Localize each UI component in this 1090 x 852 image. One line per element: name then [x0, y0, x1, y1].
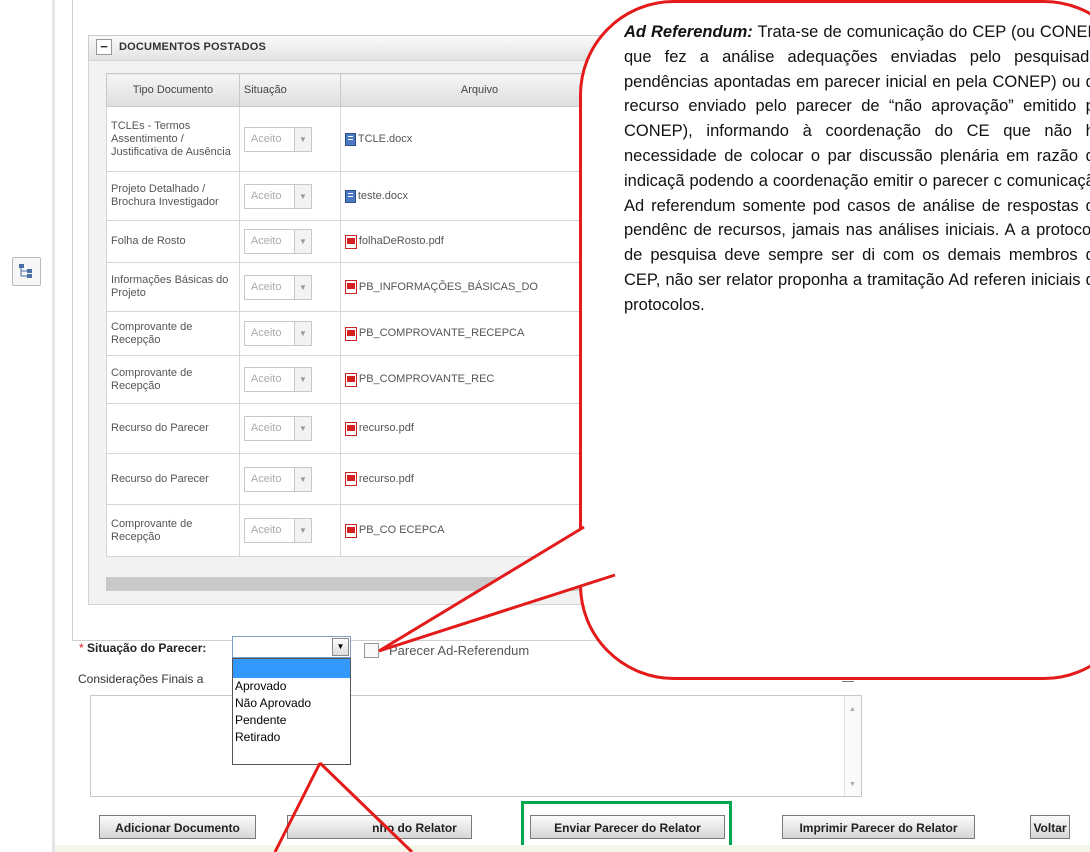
- doc-status-cell: Aceito ▼: [238, 403, 341, 454]
- dropdown-arrow-icon[interactable]: ▼: [293, 368, 311, 391]
- textarea-scrollbar[interactable]: ▲ ▼: [844, 696, 861, 796]
- doc-status-select[interactable]: Aceito ▼: [243, 321, 312, 346]
- doc-status-value: Aceito: [250, 132, 282, 145]
- doc-status-select[interactable]: Aceito ▼: [243, 183, 312, 209]
- dropdown-option-retirado[interactable]: Retirado: [233, 729, 350, 746]
- pdf-icon: [344, 372, 357, 387]
- print-parecer-button[interactable]: Imprimir Parecer do Relator: [782, 815, 975, 839]
- rail-divider: [52, 0, 55, 852]
- doc-status-value: Aceito: [250, 373, 282, 385]
- consideracoes-label: Considerações Finais a: [78, 672, 204, 686]
- doc-status-select[interactable]: Aceito ▼: [243, 229, 312, 254]
- pdf-icon: [344, 326, 357, 341]
- dropdown-arrow-icon[interactable]: ▼: [293, 127, 311, 151]
- dropdown-arrow-icon[interactable]: ▼: [293, 417, 311, 440]
- column-header-tipo[interactable]: Tipo Documento: [106, 73, 240, 107]
- pdf-icon: [344, 234, 357, 249]
- tree-view-button[interactable]: [12, 257, 41, 286]
- callout-body: Trata-se de comunicação do CEP (ou CONEP…: [624, 23, 1090, 314]
- doc-status-cell: Aceito ▼: [238, 453, 341, 505]
- doc-file-link[interactable]: PB_CO ECEPCA: [359, 524, 445, 537]
- situacao-parecer-select[interactable]: ▼: [232, 636, 351, 658]
- tree-icon: [19, 264, 32, 278]
- dropdown-arrow-icon[interactable]: ▼: [293, 322, 311, 345]
- doc-status-cell: Aceito ▼: [238, 355, 341, 404]
- dropdown-option-aprovado[interactable]: Aprovado: [233, 678, 350, 695]
- dropdown-arrow-icon[interactable]: ▼: [293, 519, 311, 542]
- doc-type: Recurso do Parecer: [106, 403, 240, 454]
- column-header-situacao[interactable]: Situação: [238, 73, 341, 107]
- doc-status-value: Aceito: [250, 280, 282, 293]
- doc-status-cell: Aceito ▼: [238, 311, 341, 356]
- left-rail: [0, 0, 55, 852]
- doc-type: Informações Básicas do Projeto: [106, 262, 240, 312]
- doc-status-select[interactable]: Aceito ▼: [243, 466, 312, 492]
- doc-status-select[interactable]: Aceito ▼: [243, 126, 312, 152]
- callout-emphasis: Ad Referendum:: [624, 23, 753, 41]
- situacao-parecer-label: * Situação do Parecer:: [79, 641, 207, 655]
- doc-type: TCLEs - Termos Assentimento / Justificat…: [106, 106, 240, 172]
- doc-status-select[interactable]: Aceito ▼: [243, 416, 312, 441]
- doc-status-select[interactable]: Aceito ▼: [243, 518, 312, 543]
- add-document-button[interactable]: Adicionar Documento: [99, 815, 256, 839]
- callout-text: Ad Referendum: Trata-se de comunicação d…: [624, 20, 1090, 318]
- dropdown-option-empty[interactable]: [233, 659, 350, 678]
- doc-status-value: Aceito: [250, 235, 282, 247]
- doc-file-link[interactable]: teste.docx: [358, 190, 408, 203]
- doc-type: Projeto Detalhado / Brochura Investigado…: [106, 171, 240, 221]
- doc-type: Comprovante de Recepção: [106, 355, 240, 404]
- save-relator-button[interactable]: nho do Relator: [287, 815, 472, 839]
- docx-icon: [344, 132, 356, 146]
- doc-file-link[interactable]: recurso.pdf: [359, 422, 414, 435]
- doc-status-select[interactable]: Aceito ▼: [243, 274, 312, 300]
- pdf-icon: [344, 472, 357, 486]
- doc-status-value: Aceito: [250, 189, 282, 202]
- doc-status-value: Aceito: [250, 422, 282, 434]
- section-title: DOCUMENTOS POSTADOS: [119, 41, 267, 53]
- doc-status-cell: Aceito ▼: [238, 171, 341, 221]
- back-button[interactable]: Voltar: [1030, 815, 1070, 839]
- doc-file-link[interactable]: TCLE.docx: [358, 133, 412, 146]
- ad-referendum-label: Parecer Ad-Referendum: [389, 643, 530, 658]
- doc-status-cell: Aceito ▼: [238, 106, 341, 172]
- dropdown-option-nao-aprovado[interactable]: Não Aprovado: [233, 695, 350, 712]
- dropdown-arrow-icon[interactable]: ▼: [293, 275, 311, 299]
- consideracoes-textarea[interactable]: ▲ ▼: [90, 695, 862, 797]
- doc-file-link[interactable]: PB_COMPROVANTE_REC: [359, 373, 495, 386]
- doc-status-cell: Aceito ▼: [238, 220, 341, 263]
- doc-type: Folha de Rosto: [106, 220, 240, 263]
- dropdown-arrow-icon[interactable]: ▼: [293, 184, 311, 208]
- dropdown-arrow-icon[interactable]: ▼: [293, 230, 311, 253]
- doc-file-link[interactable]: recurso.pdf: [359, 473, 414, 486]
- ad-referendum-checkbox[interactable]: [364, 643, 379, 658]
- dropdown-arrow-icon[interactable]: ▼: [293, 467, 311, 491]
- pdf-icon: [344, 523, 357, 538]
- doc-status-value: Aceito: [250, 524, 282, 536]
- doc-file-link[interactable]: PB_INFORMAÇÕES_BÁSICAS_DO: [359, 281, 538, 294]
- dropdown-option-pendente[interactable]: Pendente: [233, 712, 350, 729]
- docx-icon: [344, 189, 356, 203]
- collapse-icon[interactable]: −: [96, 39, 112, 55]
- situacao-dropdown-list[interactable]: Aprovado Não Aprovado Pendente Retirado: [232, 658, 351, 765]
- doc-type: Recurso do Parecer: [106, 453, 240, 505]
- doc-status-select[interactable]: Aceito ▼: [243, 367, 312, 392]
- dropdown-arrow-icon[interactable]: ▼: [332, 638, 349, 656]
- doc-type: Comprovante de Recepção: [106, 311, 240, 356]
- pdf-icon: [344, 280, 357, 294]
- pdf-icon: [344, 421, 357, 436]
- doc-status-cell: Aceito ▼: [238, 504, 341, 557]
- doc-file-link[interactable]: PB_COMPROVANTE_RECEPCA: [359, 327, 524, 340]
- bottom-bar: [55, 845, 1090, 852]
- doc-status-cell: Aceito ▼: [238, 262, 341, 312]
- doc-file-link[interactable]: folhaDeRosto.pdf: [359, 235, 444, 248]
- doc-status-value: Aceito: [250, 327, 282, 339]
- doc-type: Comprovante de Recepção: [106, 504, 240, 557]
- doc-status-value: Aceito: [250, 472, 282, 485]
- send-button-highlight: [521, 801, 732, 850]
